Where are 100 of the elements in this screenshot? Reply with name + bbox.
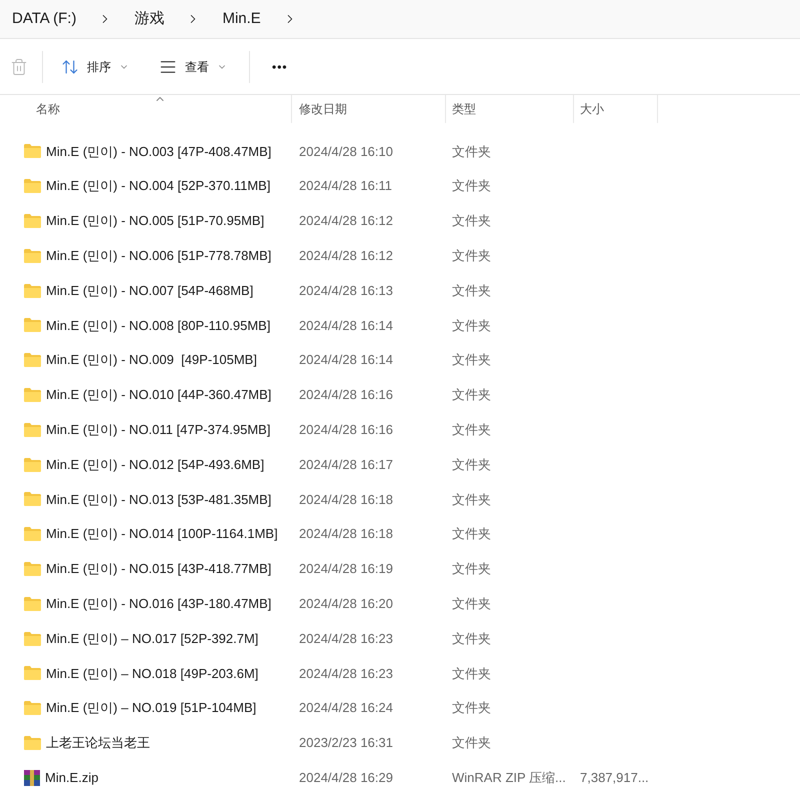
folder-icon (24, 736, 41, 750)
folder-icon (24, 353, 41, 368)
folder-icon (24, 318, 41, 332)
folder-icon (24, 248, 41, 263)
column-header[interactable]: 名称 (0, 95, 292, 123)
file-type: 文件夹 (451, 699, 492, 718)
breadcrumb-item[interactable]: 游戏 (134, 8, 164, 30)
folder-icon (24, 388, 41, 402)
folder-icon (24, 458, 41, 472)
file-row[interactable]: Min.E (민이) - NO.008 [80P-110.95MB] 2024/4/28 16:14 文件夹 (0, 308, 800, 343)
file-name: Min.E (민이) - NO.013 [53P-481.35MB] (46, 490, 272, 509)
file-row[interactable]: Min.E (민이) - NO.014 [100P-1164.1MB] 2024/4/28 16:18 文件夹 (0, 516, 800, 552)
folder-icon (24, 701, 41, 716)
file-row[interactable]: Min.E (민이) – NO.018 [49P-203.6M] 2024/4/28 16:23 文件夹 (0, 656, 800, 691)
file-type: 文件夹 (451, 177, 492, 196)
breadcrumb-item[interactable]: DATA (F:) (12, 8, 76, 30)
modified-date: 2024/4/28 16:12 (298, 247, 394, 266)
file-row[interactable]: Min.E (민이) - NO.010 [44P-360.47MB] 2024/4/28 16:16 文件夹 (0, 378, 800, 412)
file-row[interactable]: Min.E (민이) - NO.012 [54P-493.6MB] 2024/4/28 16:17 文件夹 (0, 447, 800, 482)
file-name: Min.E (민이) - NO.008 [80P-110.95MB] (46, 316, 270, 335)
modified-date: 2024/4/28 16:13 (298, 282, 394, 300)
modified-date: 2024/4/28 16:24 (298, 699, 394, 718)
file-type: 文件夹 (451, 386, 492, 404)
file-row[interactable]: Min.E (민이) - NO.015 [43P-418.77MB] 2024/4/28 16:19 文件夹 (0, 552, 800, 586)
modified-date: 2024/4/28 16:29 (298, 768, 394, 787)
file-name: Min.E (민이) - NO.009 [49P-105MB] (46, 351, 257, 370)
sort-button[interactable]: 排序 (57, 52, 133, 82)
view-button[interactable]: 查看 (155, 52, 231, 82)
file-type: 文件夹 (451, 247, 492, 266)
file-name: 上老王论坛当老王 (46, 734, 150, 752)
file-name: Min.E (민이) - NO.006 [51P-778.78MB] (46, 247, 272, 266)
folder-icon (24, 596, 41, 611)
file-name: Min.E (민이) - NO.011 [47P-374.95MB] (46, 421, 270, 440)
modified-date: 2024/4/28 16:14 (298, 316, 394, 335)
file-name: Min.E (민이) - NO.003 [47P-408.47MB] (46, 142, 272, 161)
file-name: Min.E (민이) - NO.012 [54P-493.6MB] (46, 456, 264, 474)
folder-icon (24, 492, 41, 506)
file-row[interactable]: Min.E (민이) - NO.009 [49P-105MB] 2024/4/28 16:14 文件夹 (0, 342, 800, 378)
more-button[interactable]: ••• (268, 54, 292, 80)
folder-icon (24, 527, 41, 542)
modified-date: 2024/4/28 16:18 (298, 525, 394, 544)
file-name: Min.E.zip (45, 768, 98, 787)
modified-date: 2024/4/28 16:18 (298, 490, 394, 509)
breadcrumb-item[interactable]: Min.E (222, 8, 261, 30)
modified-date: 2024/4/28 16:20 (298, 595, 394, 613)
folder-icon (24, 632, 41, 646)
file-row[interactable]: Min.E (민이) - NO.006 [51P-778.78MB] 2024/4/28 16:12 文件夹 (0, 238, 800, 274)
file-type: 文件夹 (451, 490, 492, 509)
modified-date: 2024/4/28 16:16 (298, 386, 394, 404)
file-name: Min.E (민이) - NO.005 [51P-70.95MB] (46, 212, 264, 230)
file-row[interactable]: Min.E (민이) – NO.017 [52P-392.7M] 2024/4/28 16:23 文件夹 (0, 621, 800, 656)
column-header[interactable]: 类型 (446, 95, 574, 123)
file-name: Min.E (민이) - NO.014 [100P-1164.1MB] (46, 525, 278, 544)
file-row[interactable]: Min.E (민이) - NO.016 [43P-180.47MB] 2024/4/28 16:20 文件夹 (0, 586, 800, 622)
folder-icon (24, 666, 41, 680)
folder-icon (24, 144, 41, 158)
file-type: 文件夹 (451, 734, 492, 752)
file-row[interactable]: Min.E (민이) - NO.005 [51P-70.95MB] 2024/4/28 16:12 文件夹 (0, 204, 800, 238)
file-row[interactable]: Min.E (민이) – NO.019 [51P-104MB] 2024/4/28 16:24 文件夹 (0, 690, 800, 726)
file-type: 文件夹 (451, 560, 492, 578)
modified-date: 2024/4/28 16:16 (298, 421, 394, 440)
file-row[interactable]: Min.E (민이) - NO.003 [47P-408.47MB] 2024/4/28 16:10 文件夹 (0, 134, 800, 169)
file-type: 文件夹 (451, 456, 492, 474)
file-name: Min.E (민이) – NO.018 [49P-203.6M] (46, 664, 258, 683)
file-row[interactable]: Min.E (민이) - NO.004 [52P-370.11MB] 2024/4/28 16:11 文件夹 (0, 168, 800, 204)
modified-date: 2024/4/28 16:11 (298, 177, 394, 196)
file-size: 7,387,917... (579, 768, 649, 787)
file-type: 文件夹 (451, 351, 492, 370)
file-type: 文件夹 (451, 282, 492, 300)
file-type: 文件夹 (451, 142, 492, 161)
file-name: Min.E (민이) - NO.004 [52P-370.11MB] (46, 177, 270, 196)
modified-date: 2024/4/28 16:12 (298, 212, 394, 230)
sort-icon (61, 58, 79, 76)
file-row[interactable]: Min.E.zip 2024/4/28 16:29 WinRAR ZIP 压缩... 7,387,917... (0, 760, 800, 796)
folder-icon (24, 562, 41, 576)
file-row[interactable]: 上老王论坛当老王 2023/2/23 16:31 文件夹 (0, 726, 800, 760)
folder-icon (24, 284, 41, 298)
folder-icon (24, 422, 41, 437)
file-type: 文件夹 (451, 664, 492, 683)
archive-icon (24, 770, 40, 786)
file-type: 文件夹 (451, 212, 492, 230)
file-name: Min.E (민이) - NO.016 [43P-180.47MB] (46, 595, 272, 613)
file-type: 文件夹 (451, 421, 492, 440)
file-type: 文件夹 (451, 595, 492, 613)
file-row[interactable]: Min.E (민이) - NO.007 [54P-468MB] 2024/4/28 16:13 文件夹 (0, 273, 800, 308)
modified-date: 2024/4/28 16:10 (298, 142, 394, 161)
file-type: 文件夹 (451, 316, 492, 335)
file-type: 文件夹 (451, 525, 492, 544)
modified-date: 2024/4/28 16:23 (298, 664, 394, 683)
file-name: Min.E (민이) - NO.010 [44P-360.47MB] (46, 386, 272, 404)
modified-date: 2023/2/23 16:31 (298, 734, 394, 752)
file-row[interactable]: Min.E (민이) - NO.011 [47P-374.95MB] 2024/4/28 16:16 文件夹 (0, 412, 800, 448)
column-header[interactable]: 修改日期 (292, 95, 446, 123)
modified-date: 2024/4/28 16:14 (298, 351, 394, 370)
column-header[interactable]: 大小 (574, 95, 658, 123)
modified-date: 2024/4/28 16:17 (298, 456, 394, 474)
file-row[interactable]: Min.E (민이) - NO.013 [53P-481.35MB] 2024/4/28 16:18 文件夹 (0, 482, 800, 517)
file-name: Min.E (민이) - NO.015 [43P-418.77MB] (46, 560, 272, 578)
folder-icon (24, 179, 41, 194)
modified-date: 2024/4/28 16:23 (298, 630, 394, 648)
